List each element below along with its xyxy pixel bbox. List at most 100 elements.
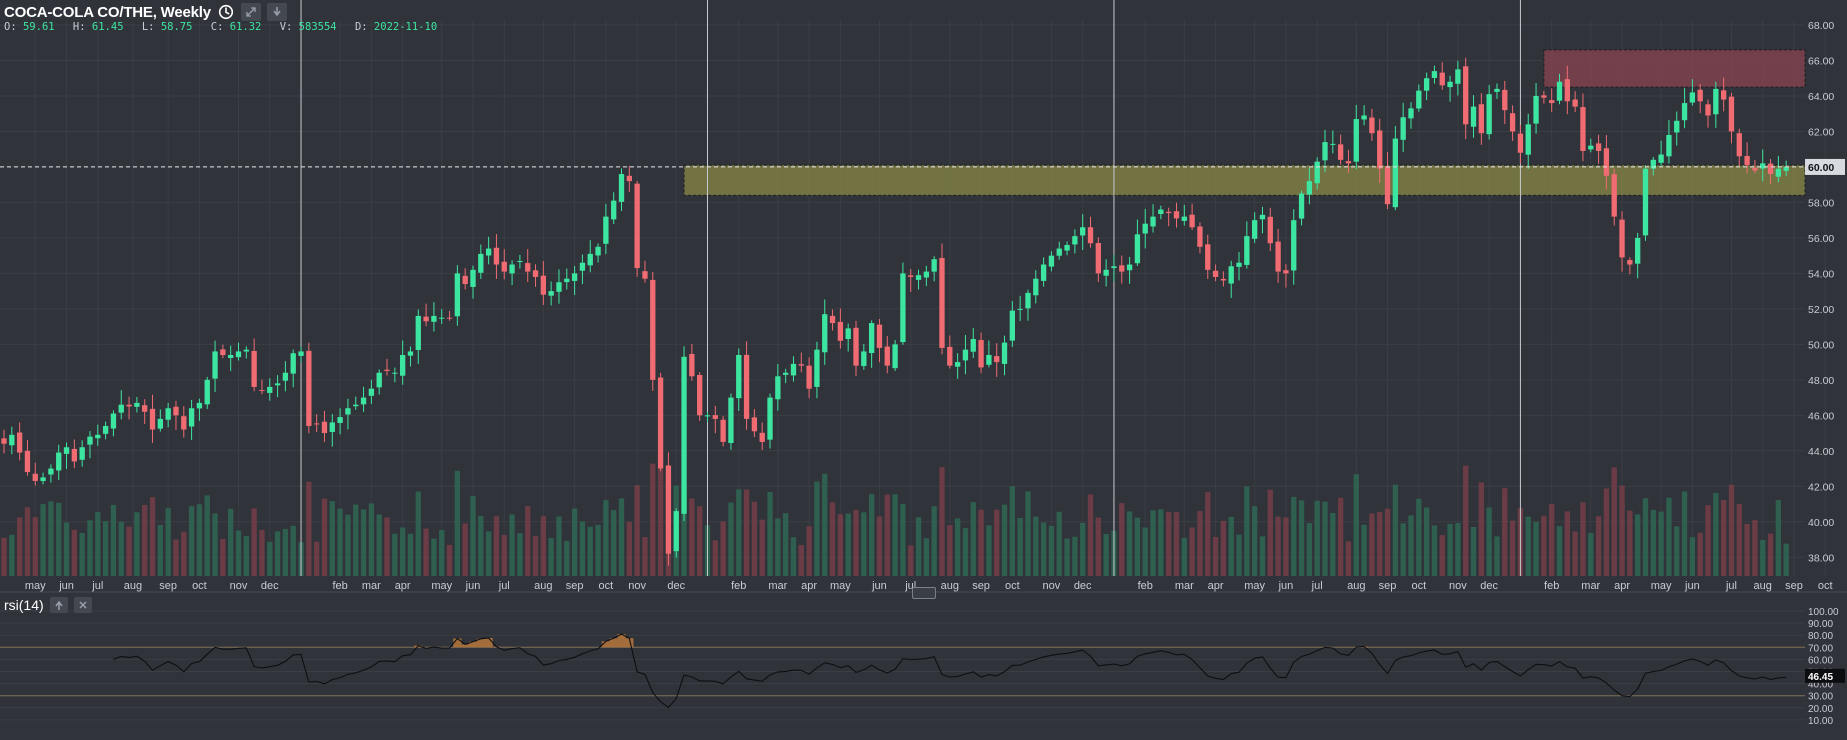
candle-body <box>1697 89 1703 102</box>
candle-body <box>1564 79 1570 102</box>
volume-bar <box>642 536 648 576</box>
stock-chart[interactable]: 68.00 66.00 64.00 62.00 60.00 58.00 56.00 54.00… <box>0 0 1847 740</box>
candle-body <box>399 355 406 376</box>
candle-body <box>1150 216 1156 227</box>
candle-body <box>1588 145 1594 150</box>
candle-body <box>1603 148 1610 176</box>
candle-body <box>79 447 85 460</box>
candle-body <box>1509 113 1516 132</box>
candle-body <box>814 349 820 387</box>
price-zones[interactable] <box>683 49 1806 196</box>
time-tick-label: mar <box>362 580 381 592</box>
candle-body <box>345 408 351 415</box>
volume-bar <box>892 494 898 576</box>
candle-body <box>1752 167 1758 171</box>
volume-bar <box>603 500 609 576</box>
time-tick-label: aug <box>1754 580 1772 592</box>
candle-body <box>962 349 969 361</box>
candle-body <box>212 351 218 379</box>
volume-bar <box>9 534 15 576</box>
candle-body <box>751 417 758 432</box>
time-tick-label: sep <box>972 580 990 592</box>
price-tick-label: 52.00 <box>1808 304 1834 316</box>
candle-body <box>650 279 656 380</box>
time-tick-label: dec <box>261 580 279 592</box>
ohlc-low-key: L: <box>141 21 155 33</box>
time-tick-label: feb <box>1544 580 1559 592</box>
volume-bar <box>1345 541 1352 576</box>
volume-bar <box>783 513 789 576</box>
candle-body <box>884 346 890 366</box>
move-up-icon[interactable] <box>49 597 68 613</box>
volume-bar <box>1478 482 1484 576</box>
candle-body <box>783 372 789 375</box>
candle-body <box>157 418 163 429</box>
time-tick-label: oct <box>1411 580 1426 592</box>
candle-body <box>493 247 500 265</box>
volume-bar <box>837 514 844 576</box>
volume-bar <box>1564 511 1570 576</box>
volume-bar <box>618 498 625 576</box>
volume-bar <box>1189 527 1195 576</box>
candle-body <box>95 434 101 439</box>
candle-body <box>56 452 62 471</box>
candle-body <box>517 260 523 262</box>
volume-bar <box>861 512 867 576</box>
volume-bar <box>1384 508 1391 576</box>
candle-body <box>485 248 492 256</box>
candle-body <box>1611 174 1617 217</box>
volume-bar <box>204 495 210 576</box>
candle-body <box>634 183 640 269</box>
clock-icon[interactable] <box>217 3 235 21</box>
candle-body <box>368 388 375 396</box>
time-tick-label: jun <box>871 580 887 592</box>
candle-body <box>415 315 421 350</box>
volume-bar <box>79 532 85 576</box>
volume-bar <box>399 527 406 576</box>
price-tick-label: 56.00 <box>1808 233 1834 245</box>
candle-body <box>1423 78 1430 91</box>
candle-body <box>392 372 398 374</box>
pane-resize-handle[interactable] <box>912 587 936 599</box>
volume-bar <box>87 520 93 576</box>
resistance-zone <box>1543 49 1806 88</box>
volume-bar <box>1408 515 1414 576</box>
candle-body <box>642 271 648 279</box>
candle-body <box>173 406 179 416</box>
candle-body <box>1259 214 1266 220</box>
close-icon[interactable] <box>73 597 92 613</box>
volume-bar <box>1642 498 1649 576</box>
volume-bar <box>1275 516 1281 576</box>
volume-bar <box>970 502 976 576</box>
candle-body <box>290 353 296 374</box>
time-tick-label: aug <box>1347 580 1365 592</box>
expand-icon[interactable] <box>240 3 261 21</box>
candle-body <box>1361 115 1367 120</box>
volume-bar <box>16 517 23 576</box>
candle-body <box>87 436 93 445</box>
volume-bar <box>1470 526 1477 576</box>
rsi-pane[interactable]: 100.0090.0080.0070.0060.0050.0040.0030.0… <box>0 607 1845 727</box>
candle-body <box>1400 117 1406 140</box>
volume-bar <box>267 541 273 576</box>
rsi-title: rsi(14) <box>4 597 44 613</box>
candle-body <box>235 351 242 358</box>
volume-bar <box>571 508 578 576</box>
candle-body <box>525 263 531 272</box>
candle-body <box>1056 248 1062 256</box>
volume-bar <box>1760 539 1766 576</box>
volume-bar <box>353 504 359 576</box>
chart-title: COCA-COLA CO/THE, Weekly <box>4 3 211 21</box>
candle-body <box>1736 133 1742 157</box>
volume-bar <box>978 509 984 576</box>
volume-bar <box>149 497 156 576</box>
candle-body <box>759 432 765 442</box>
candle-body <box>587 253 593 266</box>
time-tick-label: feb <box>332 580 347 592</box>
move-down-icon[interactable] <box>266 3 287 21</box>
candle-body <box>439 317 445 319</box>
volume-bar <box>1627 510 1633 576</box>
volume-bar <box>1173 512 1180 576</box>
volume-bar <box>1048 525 1055 576</box>
volume-bar <box>1251 506 1258 576</box>
